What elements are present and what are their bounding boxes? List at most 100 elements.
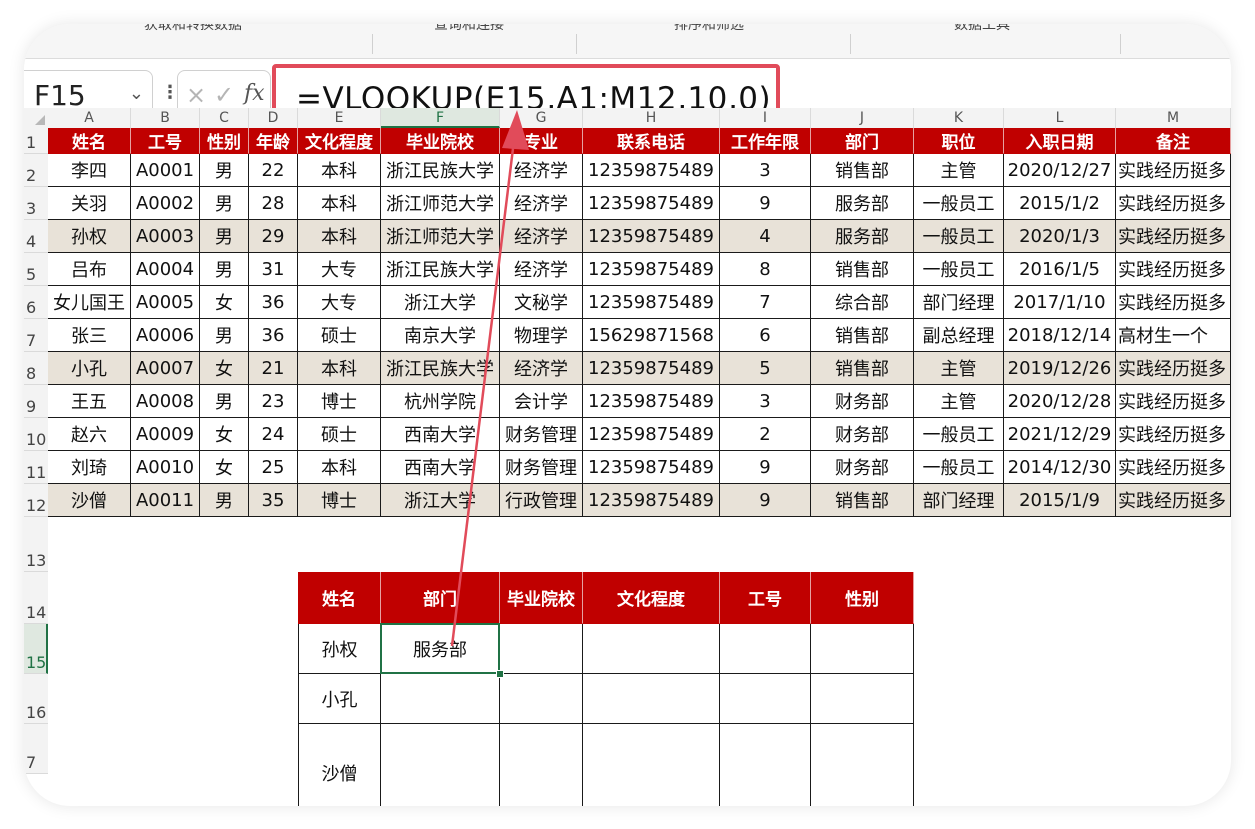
table-cell[interactable]: 经济学: [500, 187, 583, 220]
lookup-cell[interactable]: 孙权: [298, 624, 381, 674]
table-cell[interactable]: 财务管理: [500, 418, 583, 451]
table-cell[interactable]: 销售部: [811, 253, 914, 286]
column-header-d[interactable]: D: [249, 108, 298, 128]
table-cell[interactable]: 男: [200, 319, 249, 352]
table-header-cell[interactable]: 性别: [200, 128, 249, 154]
table-header-cell[interactable]: 姓名: [48, 128, 131, 154]
column-header-f[interactable]: F: [381, 108, 500, 128]
column-header-h[interactable]: H: [583, 108, 720, 128]
table-cell[interactable]: 24: [249, 418, 298, 451]
table-cell[interactable]: 7: [720, 286, 811, 319]
row-header-4[interactable]: 4: [24, 220, 48, 253]
table-cell[interactable]: 文秘学: [500, 286, 583, 319]
table-cell[interactable]: 28: [249, 187, 298, 220]
table-header-cell[interactable]: 联系电话: [583, 128, 720, 154]
table-cell[interactable]: 女: [200, 286, 249, 319]
table-cell[interactable]: A0010: [131, 451, 200, 484]
table-cell[interactable]: 31: [249, 253, 298, 286]
table-cell[interactable]: 经济学: [500, 220, 583, 253]
table-cell[interactable]: 23: [249, 385, 298, 418]
table-cell[interactable]: A0011: [131, 484, 200, 517]
table-cell[interactable]: 2014/12/30: [1004, 451, 1116, 484]
table-cell[interactable]: 经济学: [500, 352, 583, 385]
table-cell[interactable]: 2019/12/26: [1004, 352, 1116, 385]
table-cell[interactable]: A0005: [131, 286, 200, 319]
table-cell[interactable]: A0004: [131, 253, 200, 286]
table-cell[interactable]: 2021/12/29: [1004, 418, 1116, 451]
table-cell[interactable]: 男: [200, 187, 249, 220]
lookup-header-cell[interactable]: 姓名: [298, 572, 381, 624]
table-cell[interactable]: 实践经历挺多: [1116, 187, 1231, 220]
lookup-cell[interactable]: [811, 624, 914, 674]
table-cell[interactable]: 主管: [914, 352, 1004, 385]
column-header-l[interactable]: L: [1004, 108, 1116, 128]
table-cell[interactable]: 副总经理: [914, 319, 1004, 352]
table-cell[interactable]: 2016/1/5: [1004, 253, 1116, 286]
ribbon-group-sort-filter[interactable]: 排序和筛选: [674, 24, 744, 34]
table-cell[interactable]: 女: [200, 352, 249, 385]
table-cell[interactable]: 吕布: [48, 253, 131, 286]
table-cell[interactable]: A0007: [131, 352, 200, 385]
table-cell[interactable]: 南京大学: [381, 319, 500, 352]
table-cell[interactable]: 实践经历挺多: [1116, 286, 1231, 319]
cancel-icon[interactable]: ×: [186, 81, 206, 109]
table-cell[interactable]: A0001: [131, 154, 200, 187]
table-header-cell[interactable]: 文化程度: [298, 128, 381, 154]
table-cell[interactable]: 财务管理: [500, 451, 583, 484]
column-header-e[interactable]: E: [298, 108, 381, 128]
table-cell[interactable]: 12359875489: [583, 451, 720, 484]
table-cell[interactable]: 36: [249, 286, 298, 319]
column-header-b[interactable]: B: [131, 108, 200, 128]
table-cell[interactable]: A0003: [131, 220, 200, 253]
lookup-cell[interactable]: [583, 724, 720, 806]
table-cell[interactable]: 12359875489: [583, 154, 720, 187]
table-cell[interactable]: 浙江大学: [381, 484, 500, 517]
table-cell[interactable]: 浙江民族大学: [381, 352, 500, 385]
table-cell[interactable]: 浙江民族大学: [381, 154, 500, 187]
table-header-cell[interactable]: 入职日期: [1004, 128, 1116, 154]
insert-function-icon[interactable]: fx: [244, 81, 265, 106]
table-cell[interactable]: 博士: [298, 385, 381, 418]
table-cell[interactable]: 2015/1/9: [1004, 484, 1116, 517]
table-cell[interactable]: 经济学: [500, 154, 583, 187]
lookup-cell[interactable]: [500, 624, 583, 674]
table-cell[interactable]: 物理学: [500, 319, 583, 352]
lookup-cell[interactable]: [720, 724, 811, 806]
table-header-cell[interactable]: 工作年限: [720, 128, 811, 154]
table-cell[interactable]: 女: [200, 418, 249, 451]
table-cell[interactable]: 12359875489: [583, 418, 720, 451]
lookup-cell[interactable]: [720, 674, 811, 724]
table-cell[interactable]: 6: [720, 319, 811, 352]
table-cell[interactable]: 3: [720, 385, 811, 418]
table-cell[interactable]: A0008: [131, 385, 200, 418]
table-cell[interactable]: 高材生一个: [1116, 319, 1231, 352]
table-cell[interactable]: 2020/12/27: [1004, 154, 1116, 187]
table-cell[interactable]: 销售部: [811, 319, 914, 352]
table-cell[interactable]: 赵六: [48, 418, 131, 451]
table-header-cell[interactable]: 备注: [1116, 128, 1231, 154]
table-cell[interactable]: 36: [249, 319, 298, 352]
column-header-i[interactable]: I: [720, 108, 811, 128]
table-cell[interactable]: 男: [200, 220, 249, 253]
ribbon-group-get-data[interactable]: 获取和转换数据: [144, 24, 242, 34]
table-cell[interactable]: 一般员工: [914, 253, 1004, 286]
table-cell[interactable]: 男: [200, 253, 249, 286]
row-header-12[interactable]: 12: [24, 484, 48, 517]
table-cell[interactable]: 王五: [48, 385, 131, 418]
table-cell[interactable]: 2: [720, 418, 811, 451]
lookup-cell[interactable]: [583, 624, 720, 674]
row-header-13[interactable]: 13: [24, 517, 48, 572]
table-cell[interactable]: 35: [249, 484, 298, 517]
table-cell[interactable]: 一般员工: [914, 187, 1004, 220]
table-cell[interactable]: 销售部: [811, 484, 914, 517]
table-cell[interactable]: 实践经历挺多: [1116, 385, 1231, 418]
table-cell[interactable]: 实践经历挺多: [1116, 418, 1231, 451]
table-cell[interactable]: 9: [720, 451, 811, 484]
table-cell[interactable]: 2018/12/14: [1004, 319, 1116, 352]
table-cell[interactable]: 9: [720, 484, 811, 517]
table-cell[interactable]: 9: [720, 187, 811, 220]
table-cell[interactable]: 大专: [298, 253, 381, 286]
table-cell[interactable]: 实践经历挺多: [1116, 253, 1231, 286]
table-cell[interactable]: 本科: [298, 187, 381, 220]
table-cell[interactable]: 部门经理: [914, 484, 1004, 517]
